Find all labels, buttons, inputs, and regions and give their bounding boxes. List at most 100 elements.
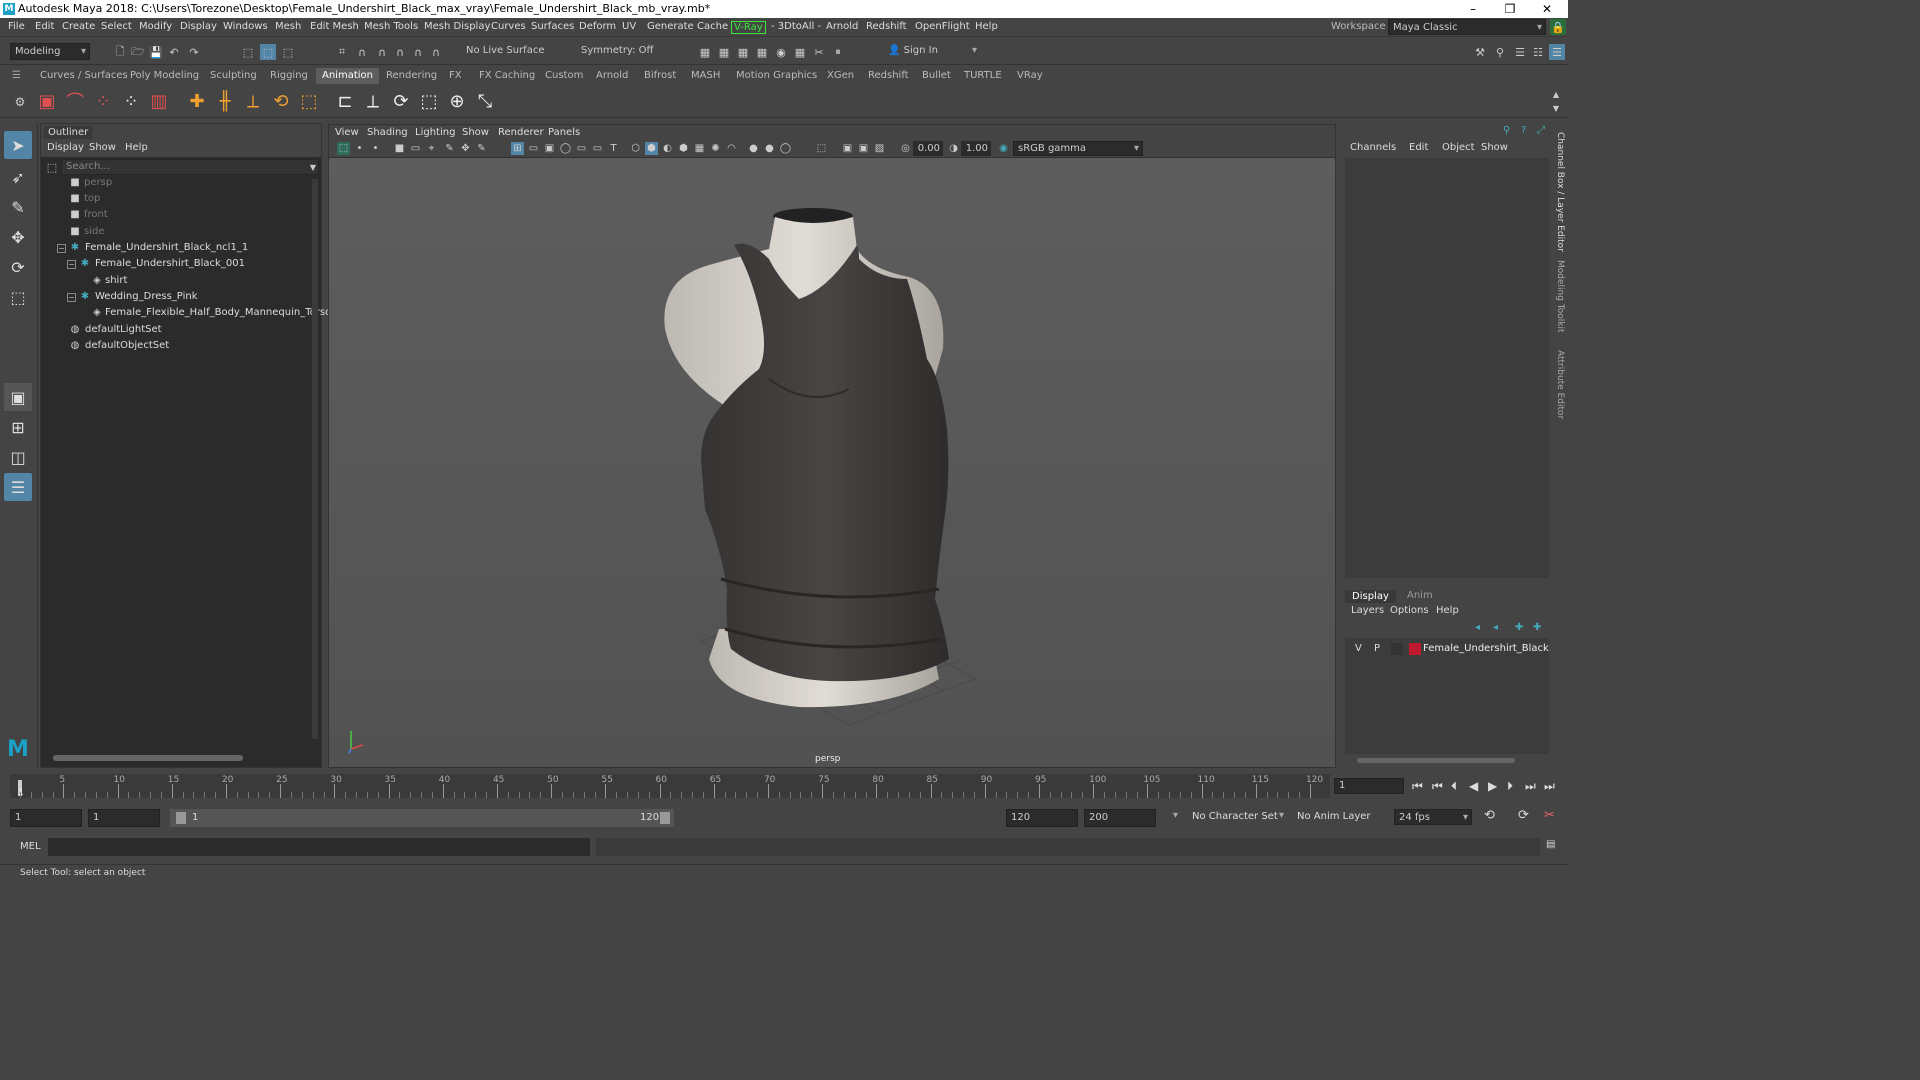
menu-windows[interactable]: Windows — [223, 21, 268, 32]
tab-redshift[interactable]: Redshift — [862, 68, 915, 84]
channelbox-help-icon[interactable]: ? — [1521, 125, 1526, 136]
tool-settings-icon[interactable]: ☷ — [1530, 44, 1546, 60]
undo-icon[interactable]: ↶ — [166, 44, 182, 60]
gate-mask-icon[interactable]: ▣ — [543, 142, 556, 155]
menu-openflight[interactable]: OpenFlight — [915, 21, 970, 32]
menu-cache[interactable]: Cache — [697, 21, 728, 32]
tab-fx-caching[interactable]: FX Caching — [473, 68, 541, 84]
menu-uv[interactable]: UV — [622, 21, 636, 32]
menu-select[interactable]: Select — [101, 21, 132, 32]
xray-joints-icon[interactable]: ▣ — [841, 142, 854, 155]
tab-turtle[interactable]: TURTLE — [958, 68, 1008, 84]
menu-mesh[interactable]: Mesh — [275, 21, 301, 32]
set-key-icon[interactable]: ⁘ — [91, 89, 115, 113]
resolution-gate-icon[interactable]: ▭ — [527, 142, 540, 155]
play-backward-icon[interactable]: ◀ — [1469, 779, 1478, 793]
exposure-icon[interactable]: ◎ — [899, 142, 912, 155]
move-layer-up-icon[interactable]: ◂ — [1475, 622, 1480, 633]
command-input[interactable] — [48, 838, 590, 856]
layer-menu-layers[interactable]: Layers — [1351, 605, 1384, 616]
field-chart-icon[interactable]: ◯ — [559, 142, 572, 155]
tab-bifrost[interactable]: Bifrost — [638, 68, 682, 84]
wireframe-on-shaded-icon[interactable]: ⬢ — [645, 142, 658, 155]
tab-curves-surfaces[interactable]: Curves / Surfaces — [34, 68, 134, 84]
safe-action-icon[interactable]: ▭ — [575, 142, 588, 155]
constraint-parent-icon[interactable]: ⊏ — [333, 89, 357, 113]
channelbox-menu-show[interactable]: Show — [1481, 142, 1508, 153]
exposure-field[interactable]: 0.00 — [913, 141, 943, 156]
redo-icon[interactable]: ↷ — [186, 44, 202, 60]
motion-trail-icon[interactable]: ⌒ — [63, 89, 87, 113]
step-forward-key-icon[interactable]: ⏭ — [1525, 779, 1536, 794]
channelbox-menu-channels[interactable]: Channels — [1350, 142, 1396, 153]
ipr-render-icon[interactable]: ▦ — [735, 44, 751, 60]
range-end-handle[interactable] — [660, 812, 670, 824]
go-to-end-icon[interactable]: ⏭ — [1544, 779, 1555, 794]
layer-horizontal-scrollbar[interactable] — [1357, 758, 1515, 763]
lasso-tool-icon[interactable]: ➶ — [4, 163, 32, 191]
outliner-layout-icon[interactable]: ☰ — [4, 473, 32, 501]
go-to-start-icon[interactable]: ⏮ — [1412, 779, 1423, 794]
gamma-field[interactable]: 1.00 — [961, 141, 991, 156]
menu-display[interactable]: Display — [180, 21, 217, 32]
ik-spline-icon[interactable]: ⟂ — [241, 89, 265, 113]
outliner-row-mannequin[interactable]: ◈ Female_Flexible_Half_Body_Mannequin_To… — [41, 305, 347, 321]
viewport-menu-view[interactable]: View — [335, 127, 359, 138]
menu-edit-mesh[interactable]: Edit Mesh — [310, 21, 359, 32]
layer-visibility-toggle[interactable]: V — [1355, 643, 1362, 654]
save-scene-icon[interactable]: 💾 — [148, 44, 164, 60]
tab-poly-modeling[interactable]: Poly Modeling — [124, 68, 205, 84]
outliner-row-shirt[interactable]: ◈ shirt — [41, 273, 311, 289]
new-scene-icon[interactable]: 🗋 — [112, 44, 128, 60]
tab-sculpting[interactable]: Sculpting — [204, 68, 263, 84]
menuset-dropdown[interactable]: Modeling ▾ — [10, 43, 90, 60]
new-layer-icon[interactable]: ✚ — [1515, 622, 1523, 633]
bookmarks-icon[interactable]: ■ — [393, 142, 406, 155]
script-editor-icon[interactable]: ▤ — [1546, 839, 1555, 850]
use-lights-icon[interactable]: ⬢ — [677, 142, 690, 155]
menu-surfaces[interactable]: Surfaces — [531, 21, 574, 32]
snap-surface-icon[interactable]: ∩ — [410, 44, 426, 60]
tab-animation[interactable]: Animation — [316, 68, 379, 84]
step-back-key-icon[interactable]: ⏮ — [1432, 779, 1443, 794]
constraint-scale-icon[interactable]: ⬚ — [417, 89, 441, 113]
channel-box-icon[interactable]: ☰ — [1549, 44, 1565, 60]
safe-title-icon[interactable]: ▭ — [591, 142, 604, 155]
render-settings-icon[interactable]: ▦ — [754, 44, 770, 60]
channelbox-pin-icon[interactable]: ⚲ — [1503, 125, 1510, 136]
lock-camera-icon[interactable]: • — [353, 142, 366, 155]
select-object-icon[interactable]: ⬚ — [260, 44, 276, 60]
2d-pan-icon[interactable]: ⌖ — [425, 142, 438, 155]
colorspace-dropdown[interactable]: sRGB gamma ▾ — [1013, 141, 1143, 156]
menu-help[interactable]: Help — [975, 21, 998, 32]
outliner-vertical-scrollbar[interactable] — [312, 179, 318, 739]
menu-create[interactable]: Create — [62, 21, 95, 32]
new-layer-selected-icon[interactable]: ✚ — [1533, 622, 1541, 633]
shelf-gear-icon[interactable]: ⚙ — [12, 94, 28, 110]
render-current-icon[interactable]: ▦ — [697, 44, 713, 60]
open-scene-icon[interactable]: 🗁 — [130, 44, 146, 60]
depth-of-field-icon[interactable]: ● — [763, 142, 776, 155]
rotate-tool-icon[interactable]: ⟳ — [4, 253, 32, 281]
viewport-menu-renderer[interactable]: Renderer — [498, 127, 544, 138]
outliner-filter-icon[interactable]: ⬚ — [44, 159, 60, 175]
select-camera-icon[interactable]: ⬚ — [337, 142, 350, 155]
menu-edit[interactable]: Edit — [35, 21, 54, 32]
xray-components-icon[interactable]: ▣ — [857, 142, 870, 155]
menu-mesh-tools[interactable]: Mesh Tools — [364, 21, 418, 32]
layer-color-swatch[interactable] — [1409, 643, 1421, 655]
animation-start-field[interactable]: 1 — [10, 809, 82, 827]
workspace-dropdown[interactable]: Maya Classic ▾ — [1388, 19, 1546, 35]
play-forward-icon[interactable]: ▶ — [1488, 779, 1497, 793]
single-pane-layout-icon[interactable]: ▣ — [4, 383, 32, 411]
outliner-row-default-light-set[interactable]: ◍ defaultLightSet — [41, 322, 311, 338]
step-back-frame-icon[interactable]: ⏴ — [1451, 779, 1457, 794]
anti-alias-icon[interactable]: ● — [747, 142, 760, 155]
outliner-row-undershirt-001[interactable]: − ✱ Female_Undershirt_Black_001 — [41, 256, 311, 272]
outliner-horizontal-scrollbar[interactable] — [53, 755, 243, 761]
menu-vray[interactable]: V-Ray — [731, 21, 766, 34]
collapse-icon[interactable]: − — [67, 260, 76, 269]
camera-attributes-icon[interactable]: • — [369, 142, 382, 155]
viewport-menu-show[interactable]: Show — [462, 127, 489, 138]
outliner-menu-help[interactable]: Help — [125, 142, 148, 153]
